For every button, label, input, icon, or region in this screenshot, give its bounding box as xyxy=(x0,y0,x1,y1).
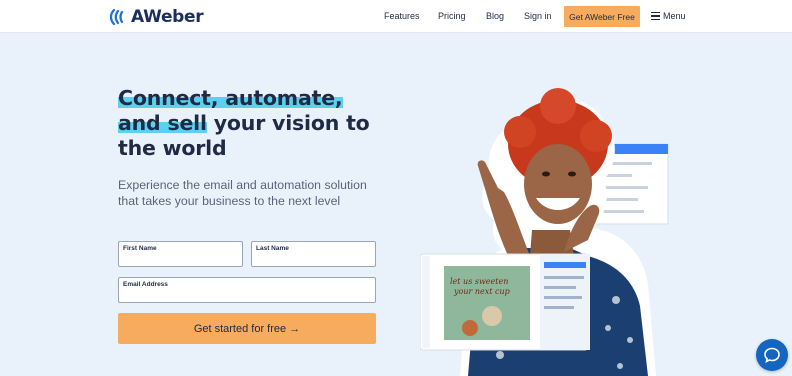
menu-label: Menu xyxy=(663,11,686,21)
first-name-field[interactable]: First Name xyxy=(118,241,243,267)
aweber-logo[interactable]: AWeber xyxy=(110,6,204,28)
get-aweber-free-button[interactable]: Get AWeber Free xyxy=(564,6,640,27)
get-started-button[interactable]: Get started for free → xyxy=(118,313,376,344)
first-name-label: First Name xyxy=(123,245,157,252)
email-field[interactable]: Email Address xyxy=(118,277,376,303)
brand-name: AWeber xyxy=(131,7,204,27)
aweber-logo-icon xyxy=(110,8,124,26)
email-preview-card: let us sweeten your next cup xyxy=(420,253,590,351)
menu-button[interactable]: Menu xyxy=(651,11,686,21)
hero-headline: Connect, automate, and sell your vision … xyxy=(118,86,378,161)
headline-highlight: Connect, automate, xyxy=(118,86,343,110)
last-name-input[interactable] xyxy=(256,254,371,266)
email-input[interactable] xyxy=(123,290,371,302)
card-text-1: let us sweeten xyxy=(450,277,508,286)
headline-text: your vision to xyxy=(206,111,370,135)
nav-pricing[interactable]: Pricing xyxy=(438,11,466,21)
chat-button[interactable] xyxy=(756,339,788,371)
hamburger-icon xyxy=(651,12,660,20)
chat-icon xyxy=(764,347,780,363)
nav-sign-in[interactable]: Sign in xyxy=(524,11,552,21)
first-name-input[interactable] xyxy=(123,254,238,266)
email-label: Email Address xyxy=(123,281,168,288)
hero-subhead: Experience the email and automation solu… xyxy=(118,178,367,208)
last-name-label: Last Name xyxy=(256,245,289,252)
nav-blog[interactable]: Blog xyxy=(486,11,504,21)
headline-text-2: the world xyxy=(118,136,227,160)
nav-features[interactable]: Features xyxy=(384,11,420,21)
last-name-field[interactable]: Last Name xyxy=(251,241,376,267)
headline-highlight-2: and sell xyxy=(118,111,207,135)
site-header: AWeber Features Pricing Blog Sign in Get… xyxy=(0,0,792,33)
card-text-2: your next cup xyxy=(453,287,510,296)
hero-image: let us sweeten your next cup xyxy=(420,88,669,376)
